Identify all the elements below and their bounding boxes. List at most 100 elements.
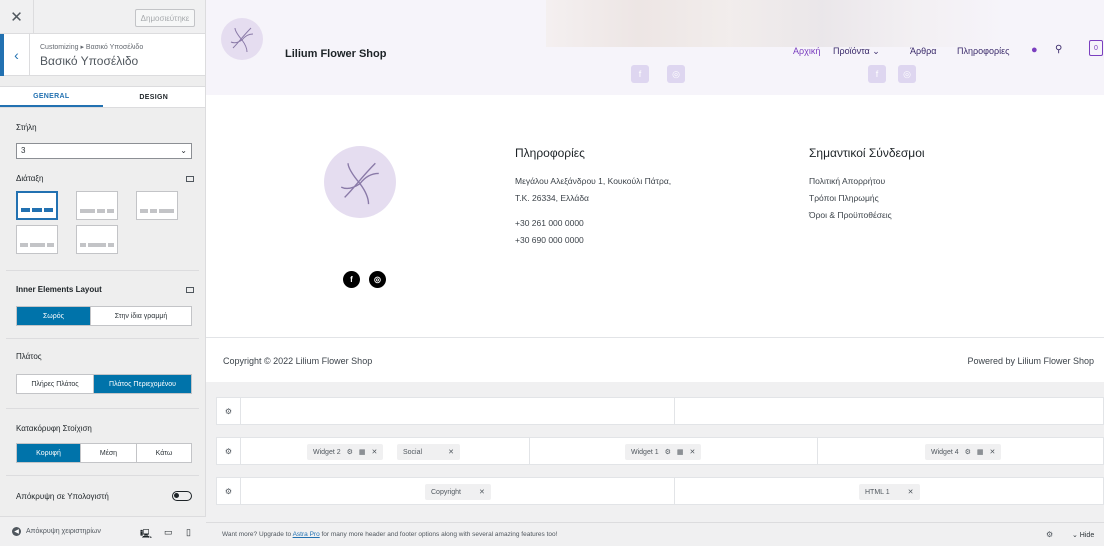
instagram-icon[interactable]: ◎	[369, 271, 386, 288]
grid-icon[interactable]: ▦	[359, 448, 366, 456]
widget-chip[interactable]: Copyright ✕	[425, 484, 491, 500]
column-label: Στήλη	[16, 123, 37, 132]
publish-button[interactable]: Δημοσιεύτηκε	[135, 9, 195, 27]
nav-home[interactable]: Αρχική	[793, 46, 820, 56]
site-logo[interactable]	[221, 18, 263, 60]
grid-icon[interactable]: ▦	[677, 448, 684, 456]
links-title: Σημαντικοί Σύνδεσμοι	[809, 146, 925, 160]
builder-row-above: ⚙	[216, 397, 1104, 425]
mobile-preview-icon[interactable]: ▯	[186, 527, 191, 538]
close-icon[interactable]: ✕	[448, 448, 454, 456]
inner-layout-inline-button[interactable]: Στην ίδια γραμμή	[91, 307, 191, 325]
breadcrumb: Customizing ▸ Βασικό Υποσέλιδο	[40, 44, 144, 51]
valign-bottom-button[interactable]: Κάτω	[137, 444, 191, 462]
tablet-preview-icon[interactable]: ▭	[164, 527, 173, 538]
info-line: +30 261 000 0000	[515, 218, 584, 228]
gear-icon[interactable]: ⚙	[965, 448, 971, 456]
facebook-icon: f	[631, 65, 649, 83]
footer-link[interactable]: Πολιτική Απορρήτου	[809, 173, 892, 190]
grid-icon[interactable]: ▦	[977, 448, 984, 456]
copyright-text: Copyright © 2022 Lilium Flower Shop	[223, 356, 373, 366]
back-arrow-icon[interactable]: ‹	[0, 34, 30, 76]
facebook-icon[interactable]: f	[343, 271, 360, 288]
info-line: +30 690 000 0000	[515, 235, 584, 245]
builder-column[interactable]	[241, 398, 675, 424]
upgrade-suffix: for many more header and footer options …	[321, 531, 558, 538]
hide-controls-button[interactable]: ◀ Απόκρυψη χειριστηρίων	[12, 527, 101, 536]
site-preview: Lilium Flower Shop f ◎ f ◎ Αρχική Προϊόν…	[206, 0, 1104, 546]
instagram-icon: ◎	[667, 65, 685, 83]
nav-products[interactable]: Προϊόντα ⌄	[833, 46, 880, 57]
divider	[6, 475, 199, 476]
widget-chip-label: Social	[403, 448, 423, 456]
widget-chip[interactable]: Social ✕	[397, 444, 460, 460]
astra-pro-link[interactable]: Astra Pro	[293, 531, 320, 538]
close-icon[interactable]: ✕	[479, 488, 485, 496]
layout-option-wide-center[interactable]	[16, 225, 58, 254]
nav-info[interactable]: Πληροφορίες	[957, 46, 1009, 56]
close-icon[interactable]: ✕	[0, 0, 34, 34]
content-width-button[interactable]: Πλάτος Περιεχομένου	[94, 375, 191, 393]
gear-icon[interactable]: ⚙	[347, 448, 353, 456]
search-icon[interactable]: ⚲	[1055, 44, 1062, 55]
valign-middle-button[interactable]: Μέση	[81, 444, 137, 462]
close-icon[interactable]: ✕	[908, 488, 914, 496]
close-icon[interactable]: ✕	[372, 448, 378, 456]
customizer-topbar: ✕ Δημοσιεύτηκε	[0, 0, 205, 34]
full-width-button[interactable]: Πλήρες Πλάτος	[17, 375, 94, 393]
gear-icon[interactable]: ⚙	[217, 438, 241, 464]
gear-icon[interactable]: ⚙	[217, 398, 241, 424]
layout-option-narrow-center[interactable]	[76, 225, 118, 254]
inner-layout-label: Inner Elements Layout	[16, 285, 102, 294]
column-select-value: 3	[21, 146, 26, 155]
widget-chip-label: Copyright	[431, 488, 461, 496]
desktop-icon[interactable]	[186, 176, 194, 182]
valign-group: Κορυφή Μέση Κάτω	[16, 443, 192, 463]
inner-layout-stack-button[interactable]: Σωρός	[17, 307, 91, 325]
customizer-sidebar: ✕ Δημοσιεύτηκε ‹ Customizing ▸ Βασικό Υπ…	[0, 0, 206, 546]
widget-chip[interactable]: Widget 2 ⚙ ▦ ✕	[307, 444, 384, 460]
valign-top-button[interactable]: Κορυφή	[17, 444, 81, 462]
nav-articles[interactable]: Άρθρα	[910, 46, 936, 56]
cart-count: 0	[1094, 44, 1098, 52]
desktop-icon[interactable]	[186, 287, 194, 293]
gear-icon[interactable]: ⚙	[1046, 530, 1053, 539]
layout-option-wide-left[interactable]	[76, 191, 118, 220]
tab-design[interactable]: DESIGN	[103, 87, 206, 107]
header-background-image	[546, 0, 1006, 47]
site-title[interactable]: Lilium Flower Shop	[285, 48, 386, 60]
links-list: Πολιτική Απορρήτου Τρόποι Πληρωμής Όροι …	[809, 173, 892, 224]
widget-chip[interactable]: Widget 1 ⚙ ▦ ✕	[625, 444, 702, 460]
account-icon[interactable]: ●	[1031, 44, 1038, 56]
powered-by-text: Powered by Lilium Flower Shop	[967, 356, 1094, 366]
cart-icon[interactable]: 0	[1089, 40, 1103, 56]
info-address: Μεγάλου Αλεξάνδρου 1, Κουκούλι Πάτρα, Τ.…	[515, 173, 671, 249]
layout-option-wide-right[interactable]	[136, 191, 178, 220]
layout-label: Διάταξη	[16, 174, 44, 183]
gear-icon[interactable]: ⚙	[665, 448, 671, 456]
inner-layout-group: Σωρός Στην ίδια γραμμή	[16, 306, 192, 326]
desktop-preview-icon[interactable]: 🖳	[140, 527, 152, 543]
footer-link[interactable]: Τρόποι Πληρωμής	[809, 190, 892, 207]
builder-column[interactable]	[241, 438, 530, 464]
tab-general[interactable]: GENERAL	[0, 87, 103, 107]
hide-desktop-label: Απόκρυψη σε Υπολογιστή	[16, 492, 109, 501]
footer-link[interactable]: Όροι & Προϋποθέσεις	[809, 207, 892, 224]
gear-icon[interactable]: ⚙	[217, 478, 241, 504]
layout-option-equal[interactable]	[16, 191, 58, 220]
widget-chip[interactable]: Widget 4 ⚙ ▦ ✕	[925, 444, 1002, 460]
divider	[206, 337, 1104, 338]
widget-chip[interactable]: HTML 1 ✕	[859, 484, 920, 500]
valign-label: Κατακόρυφη Στοίχιση	[16, 424, 92, 433]
section-header: ‹ Customizing ▸ Βασικό Υποσέλιδο Βασικό …	[0, 34, 205, 76]
builder-bottombar: Want more? Upgrade to Astra Pro for many…	[206, 522, 1104, 546]
close-icon[interactable]: ✕	[690, 448, 696, 456]
hide-builder-button[interactable]: ⌄ Hide	[1072, 531, 1094, 539]
column-select[interactable]: 3 ⌄	[16, 143, 192, 159]
section-title: Βασικό Υποσέλιδο	[40, 54, 139, 68]
lily-icon	[230, 27, 254, 53]
instagram-icon: ◎	[898, 65, 916, 83]
hide-desktop-toggle[interactable]	[172, 491, 192, 501]
close-icon[interactable]: ✕	[990, 448, 996, 456]
divider	[6, 408, 199, 409]
